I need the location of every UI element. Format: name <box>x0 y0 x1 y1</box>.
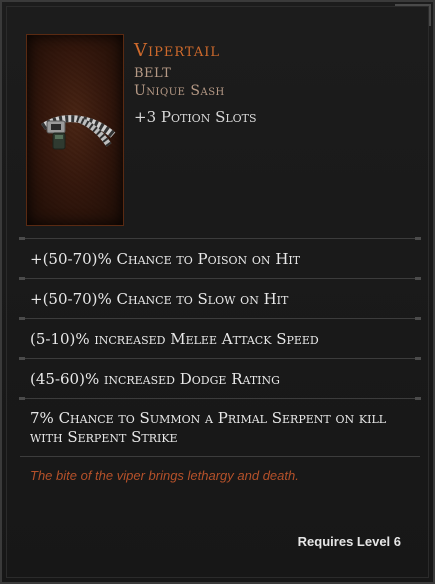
affix-row: 7% Chance to Summon a Primal Serpent on … <box>19 397 421 456</box>
affix-row: (5-10)% increased Melee Attack Speed <box>19 317 421 358</box>
tooltip-header: Vipertail BELT Unique Sash +3 Potion Slo… <box>2 2 435 238</box>
affix-row: +(50-70)% Chance to Poison on Hit <box>19 237 421 278</box>
item-base-type: BELT <box>134 66 172 81</box>
affix-row: (45-60)% increased Dodge Rating <box>19 357 421 398</box>
level-requirement: Requires Level 6 <box>297 534 401 549</box>
item-name: Vipertail <box>134 40 221 61</box>
affix-text: +(50-70)% Chance to Slow on Hit <box>30 289 289 308</box>
implicit-modifier: +3 Potion Slots <box>134 108 257 126</box>
affix-text: (45-60)% increased Dodge Rating <box>30 369 280 388</box>
affix-text: 7% Chance to Summon a Primal Serpent on … <box>30 408 387 446</box>
item-tooltip: Vipertail BELT Unique Sash +3 Potion Slo… <box>0 0 435 584</box>
item-icon-frame <box>26 34 124 226</box>
affix-list: +(50-70)% Chance to Poison on Hit +(50-7… <box>19 237 421 457</box>
affix-divider <box>20 456 420 457</box>
belt-icon <box>40 115 116 150</box>
item-rarity: Unique Sash <box>134 83 225 99</box>
affix-row: +(50-70)% Chance to Slow on Hit <box>19 277 421 318</box>
flavor-text: The bite of the viper brings lethargy an… <box>30 468 299 483</box>
affix-text: +(50-70)% Chance to Poison on Hit <box>30 249 301 268</box>
affix-text: (5-10)% increased Melee Attack Speed <box>30 329 319 348</box>
